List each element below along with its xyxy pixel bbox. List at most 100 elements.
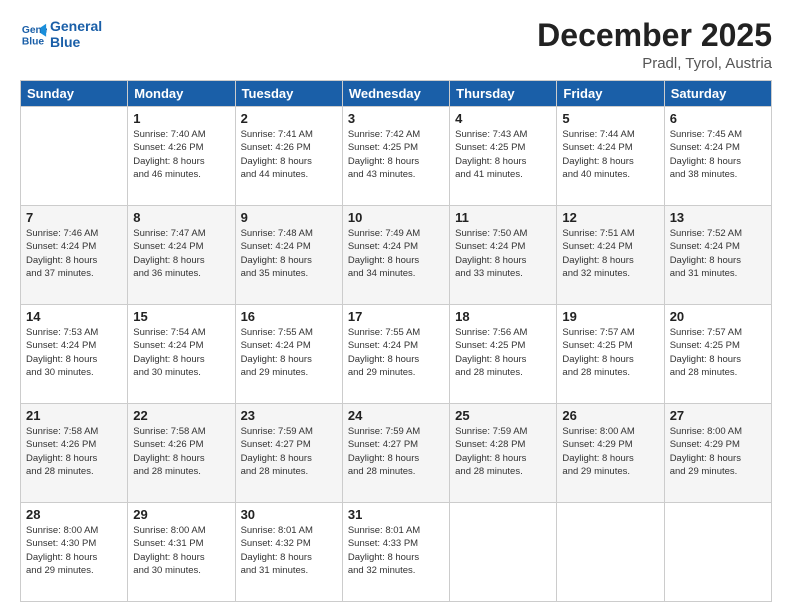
day-number: 10 bbox=[348, 210, 444, 225]
calendar-cell: 15 Sunrise: 7:54 AMSunset: 4:24 PMDayligh… bbox=[128, 305, 235, 404]
day-info: Sunrise: 7:47 AMSunset: 4:24 PMDaylight:… bbox=[133, 227, 229, 280]
day-info: Sunrise: 7:54 AMSunset: 4:24 PMDaylight:… bbox=[133, 326, 229, 379]
title-area: December 2025 Pradl, Tyrol, Austria bbox=[537, 18, 772, 72]
day-number: 8 bbox=[133, 210, 229, 225]
weekday-header-thursday: Thursday bbox=[450, 81, 557, 107]
calendar-cell: 11 Sunrise: 7:50 AMSunset: 4:24 PMDayligh… bbox=[450, 206, 557, 305]
day-number: 28 bbox=[26, 507, 122, 522]
day-number: 15 bbox=[133, 309, 229, 324]
calendar-cell: 1 Sunrise: 7:40 AMSunset: 4:26 PMDaylight… bbox=[128, 107, 235, 206]
day-number: 4 bbox=[455, 111, 551, 126]
calendar-cell: 3 Sunrise: 7:42 AMSunset: 4:25 PMDaylight… bbox=[342, 107, 449, 206]
calendar-cell: 27 Sunrise: 8:00 AMSunset: 4:29 PMDayligh… bbox=[664, 404, 771, 503]
calendar-cell: 18 Sunrise: 7:56 AMSunset: 4:25 PMDayligh… bbox=[450, 305, 557, 404]
day-number: 11 bbox=[455, 210, 551, 225]
day-number: 14 bbox=[26, 309, 122, 324]
day-info: Sunrise: 7:53 AMSunset: 4:24 PMDaylight:… bbox=[26, 326, 122, 379]
day-info: Sunrise: 7:48 AMSunset: 4:24 PMDaylight:… bbox=[241, 227, 337, 280]
day-number: 22 bbox=[133, 408, 229, 423]
day-number: 25 bbox=[455, 408, 551, 423]
calendar-cell: 10 Sunrise: 7:49 AMSunset: 4:24 PMDayligh… bbox=[342, 206, 449, 305]
calendar-cell: 29 Sunrise: 8:00 AMSunset: 4:31 PMDayligh… bbox=[128, 503, 235, 602]
day-number: 18 bbox=[455, 309, 551, 324]
calendar-cell: 14 Sunrise: 7:53 AMSunset: 4:24 PMDayligh… bbox=[21, 305, 128, 404]
logo-icon: General Blue bbox=[20, 20, 48, 48]
logo-general: General bbox=[50, 18, 102, 34]
calendar-cell: 24 Sunrise: 7:59 AMSunset: 4:27 PMDayligh… bbox=[342, 404, 449, 503]
day-info: Sunrise: 7:55 AMSunset: 4:24 PMDaylight:… bbox=[241, 326, 337, 379]
day-info: Sunrise: 8:01 AMSunset: 4:33 PMDaylight:… bbox=[348, 524, 444, 577]
day-number: 21 bbox=[26, 408, 122, 423]
day-info: Sunrise: 7:41 AMSunset: 4:26 PMDaylight:… bbox=[241, 128, 337, 181]
calendar-cell: 12Sunrise: 7:51 AMSunset: 4:24 PMDayligh… bbox=[557, 206, 664, 305]
day-info: Sunrise: 7:55 AMSunset: 4:24 PMDaylight:… bbox=[348, 326, 444, 379]
day-info: Sunrise: 7:45 AMSunset: 4:24 PMDaylight:… bbox=[670, 128, 766, 181]
day-info: Sunrise: 7:43 AMSunset: 4:25 PMDaylight:… bbox=[455, 128, 551, 181]
day-info: Sunrise: 8:00 AMSunset: 4:29 PMDaylight:… bbox=[670, 425, 766, 478]
calendar-cell: 22 Sunrise: 7:58 AMSunset: 4:26 PMDayligh… bbox=[128, 404, 235, 503]
day-number: 7 bbox=[26, 210, 122, 225]
day-info: Sunrise: 7:56 AMSunset: 4:25 PMDaylight:… bbox=[455, 326, 551, 379]
calendar-cell: 5Sunrise: 7:44 AMSunset: 4:24 PMDaylight… bbox=[557, 107, 664, 206]
calendar-cell bbox=[557, 503, 664, 602]
day-number: 24 bbox=[348, 408, 444, 423]
calendar-cell: 25 Sunrise: 7:59 AMSunset: 4:28 PMDayligh… bbox=[450, 404, 557, 503]
day-info: Sunrise: 7:40 AMSunset: 4:26 PMDaylight:… bbox=[133, 128, 229, 181]
calendar-cell: 26 Sunrise: 8:00 AMSunset: 4:29 PMDayligh… bbox=[557, 404, 664, 503]
weekday-header-saturday: Saturday bbox=[664, 81, 771, 107]
calendar-week-row: 21 Sunrise: 7:58 AMSunset: 4:26 PMDayligh… bbox=[21, 404, 772, 503]
day-number: 13 bbox=[670, 210, 766, 225]
day-number: 26 bbox=[562, 408, 658, 423]
calendar-week-row: 1 Sunrise: 7:40 AMSunset: 4:26 PMDaylight… bbox=[21, 107, 772, 206]
calendar-cell: 31 Sunrise: 8:01 AMSunset: 4:33 PMDayligh… bbox=[342, 503, 449, 602]
day-number: 2 bbox=[241, 111, 337, 126]
logo: General Blue General Blue bbox=[20, 18, 102, 50]
day-number: 3 bbox=[348, 111, 444, 126]
day-info: Sunrise: 7:42 AMSunset: 4:25 PMDaylight:… bbox=[348, 128, 444, 181]
day-info: Sunrise: 7:58 AMSunset: 4:26 PMDaylight:… bbox=[133, 425, 229, 478]
calendar-cell: 19 Sunrise: 7:57 AMSunset: 4:25 PMDayligh… bbox=[557, 305, 664, 404]
day-info: Sunrise: 8:00 AMSunset: 4:29 PMDaylight:… bbox=[562, 425, 658, 478]
day-info: Sunrise: 7:44 AMSunset: 4:24 PMDaylight:… bbox=[562, 128, 658, 181]
weekday-header-wednesday: Wednesday bbox=[342, 81, 449, 107]
day-info: Sunrise: 7:49 AMSunset: 4:24 PMDaylight:… bbox=[348, 227, 444, 280]
day-number: 19 bbox=[562, 309, 658, 324]
calendar-cell: 20 Sunrise: 7:57 AMSunset: 4:25 PMDayligh… bbox=[664, 305, 771, 404]
day-info: Sunrise: 7:58 AMSunset: 4:26 PMDaylight:… bbox=[26, 425, 122, 478]
weekday-header-row: SundayMondayTuesdayWednesdayThursdayFrid… bbox=[21, 81, 772, 107]
day-number: 17 bbox=[348, 309, 444, 324]
day-info: Sunrise: 7:50 AMSunset: 4:24 PMDaylight:… bbox=[455, 227, 551, 280]
day-number: 27 bbox=[670, 408, 766, 423]
day-info: Sunrise: 7:57 AMSunset: 4:25 PMDaylight:… bbox=[562, 326, 658, 379]
day-number: 31 bbox=[348, 507, 444, 522]
calendar-week-row: 28 Sunrise: 8:00 AMSunset: 4:30 PMDayligh… bbox=[21, 503, 772, 602]
day-info: Sunrise: 7:59 AMSunset: 4:27 PMDaylight:… bbox=[241, 425, 337, 478]
day-info: Sunrise: 8:00 AMSunset: 4:31 PMDaylight:… bbox=[133, 524, 229, 577]
calendar-table: SundayMondayTuesdayWednesdayThursdayFrid… bbox=[20, 80, 772, 602]
day-number: 29 bbox=[133, 507, 229, 522]
day-number: 6 bbox=[670, 111, 766, 126]
weekday-header-monday: Monday bbox=[128, 81, 235, 107]
day-number: 12 bbox=[562, 210, 658, 225]
calendar-cell: 30Sunrise: 8:01 AMSunset: 4:32 PMDayligh… bbox=[235, 503, 342, 602]
day-info: Sunrise: 7:52 AMSunset: 4:24 PMDaylight:… bbox=[670, 227, 766, 280]
weekday-header-sunday: Sunday bbox=[21, 81, 128, 107]
calendar-cell: 28 Sunrise: 8:00 AMSunset: 4:30 PMDayligh… bbox=[21, 503, 128, 602]
calendar-cell: 21 Sunrise: 7:58 AMSunset: 4:26 PMDayligh… bbox=[21, 404, 128, 503]
day-info: Sunrise: 8:00 AMSunset: 4:30 PMDaylight:… bbox=[26, 524, 122, 577]
calendar-cell bbox=[664, 503, 771, 602]
calendar-cell: 16Sunrise: 7:55 AMSunset: 4:24 PMDayligh… bbox=[235, 305, 342, 404]
day-number: 30 bbox=[241, 507, 337, 522]
page: General Blue General Blue December 2025 … bbox=[0, 0, 792, 612]
svg-text:Blue: Blue bbox=[22, 36, 45, 47]
calendar-cell: 13 Sunrise: 7:52 AMSunset: 4:24 PMDayligh… bbox=[664, 206, 771, 305]
weekday-header-tuesday: Tuesday bbox=[235, 81, 342, 107]
day-info: Sunrise: 7:57 AMSunset: 4:25 PMDaylight:… bbox=[670, 326, 766, 379]
calendar-cell: 2 Sunrise: 7:41 AMSunset: 4:26 PMDaylight… bbox=[235, 107, 342, 206]
calendar-cell bbox=[450, 503, 557, 602]
month-title: December 2025 bbox=[537, 18, 772, 53]
day-number: 20 bbox=[670, 309, 766, 324]
day-number: 1 bbox=[133, 111, 229, 126]
day-info: Sunrise: 7:59 AMSunset: 4:27 PMDaylight:… bbox=[348, 425, 444, 478]
day-info: Sunrise: 7:59 AMSunset: 4:28 PMDaylight:… bbox=[455, 425, 551, 478]
